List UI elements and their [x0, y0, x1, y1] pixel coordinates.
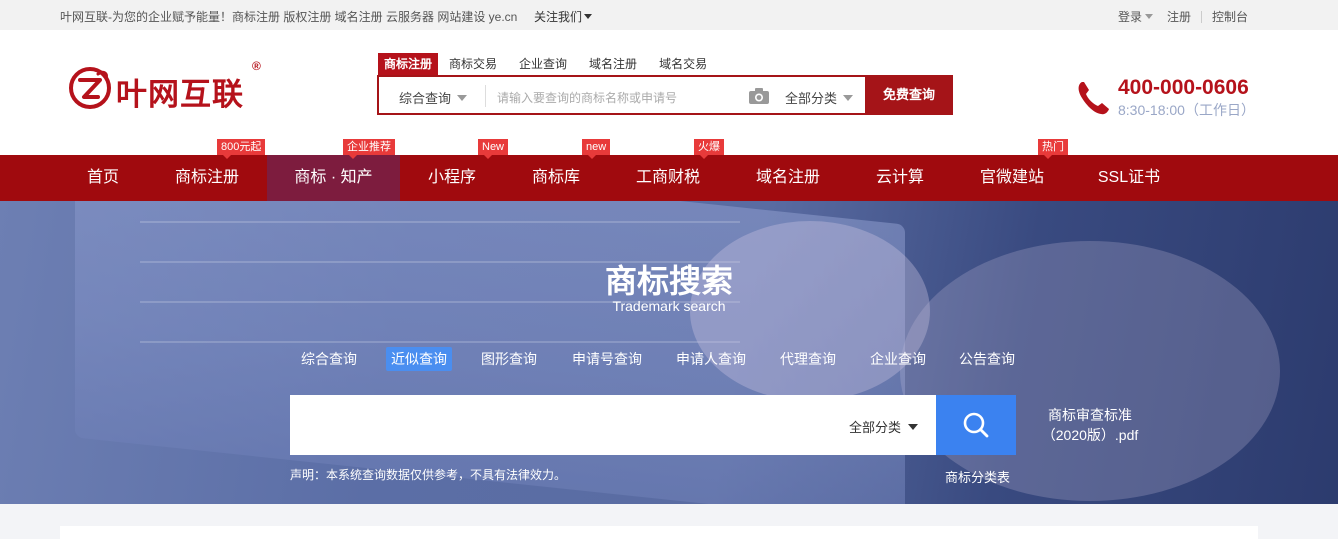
nav-item-label: 域名注册: [755, 169, 820, 186]
nav-item-website-build[interactable]: 官微建站 热门: [970, 139, 1068, 201]
trademark-class-table-link[interactable]: 商标分类表: [945, 467, 1010, 486]
top-bar: 叶网互联-为您的企业赋予能量！商标注册 版权注册 域名注册 云服务器 网站建设 …: [0, 0, 1338, 30]
nav-item-trademark-register[interactable]: 商标注册 800元起: [163, 139, 266, 201]
decor-line: [140, 221, 740, 223]
trademark-search-hero: 商标搜索 Trademark search 综合查询 近似查询 图形查询 申请号…: [0, 201, 1338, 504]
nav-item-label: 工商财税: [635, 169, 700, 186]
tab-company-query[interactable]: 企业查询: [508, 53, 578, 75]
nav-item-cloud[interactable]: 云计算: [866, 155, 934, 201]
service-hours: 8:30-18:00（工作日）: [1118, 102, 1255, 118]
nav-item-ssl[interactable]: SSL证书: [1090, 155, 1168, 201]
follow-us-label: 关注我们: [534, 10, 583, 24]
header: 叶网互联 ® 商标注册 商标交易 企业查询 域名注册 域名交易 综合查询 请输入…: [0, 30, 1338, 155]
site-logo[interactable]: 叶网互联 ®: [66, 59, 266, 113]
search-input[interactable]: 请输入要查询的商标名称或申请号: [497, 89, 677, 106]
registered-mark: ®: [252, 59, 261, 73]
nav-item-mini-program[interactable]: 小程序 New: [416, 139, 509, 201]
search-scope-select[interactable]: 综合查询: [399, 88, 468, 107]
hero-title: 商标搜索: [604, 263, 733, 299]
hero-tab-comprehensive[interactable]: 综合查询: [296, 347, 362, 371]
hero-tab-company[interactable]: 企业查询: [865, 347, 931, 371]
header-search-box: 综合查询 请输入要查询的商标名称或申请号 全部分类 免费查询: [377, 75, 953, 115]
hero-subtitle: Trademark search: [612, 298, 726, 314]
nav-item-label: 商标注册: [174, 169, 239, 186]
chevron-down-icon: [843, 95, 854, 101]
account-links: 登录 注册 控制台: [1118, 8, 1248, 25]
nav-badge: 热门: [1038, 139, 1068, 159]
chevron-down-icon: [1144, 14, 1153, 19]
nav-item-trademark-ip[interactable]: 商标 · 知产 企业推荐: [267, 139, 400, 201]
nav-item-label: SSL证书: [1097, 169, 1161, 186]
tab-domain-register[interactable]: 域名注册: [578, 53, 648, 75]
nav-item-label: 首页: [86, 169, 119, 186]
free-search-button[interactable]: 免费查询: [865, 75, 953, 115]
hero-category-select[interactable]: 全部分类: [849, 417, 918, 436]
tab-trademark-register[interactable]: 商标注册: [378, 53, 439, 75]
nav-badge: 火爆: [694, 139, 724, 159]
tab-domain-trade[interactable]: 域名交易: [648, 53, 718, 75]
nav-item-label: 商标库: [531, 169, 580, 186]
phone-icon: [1078, 82, 1109, 115]
hero-search-button[interactable]: [936, 395, 1016, 455]
phone-number: 400-000-0606: [1118, 76, 1249, 99]
tab-trademark-trade[interactable]: 商标交易: [438, 53, 508, 75]
review-standard-pdf-link[interactable]: 商标审查标准 （2020版）.pdf: [1040, 405, 1140, 445]
decor-line: [140, 341, 740, 343]
nav-badge: new: [582, 139, 611, 159]
caret-down-icon: [908, 424, 918, 430]
category-label: 全部分类: [785, 91, 838, 106]
chevron-down-icon: [584, 14, 593, 19]
hero-tab-graphic[interactable]: 图形查询: [476, 347, 542, 371]
camera-icon[interactable]: [748, 87, 770, 105]
pdf-link-line1: 商标审查标准: [1048, 407, 1132, 423]
search-scope-label: 综合查询: [399, 91, 452, 106]
divider: [485, 85, 486, 107]
divider: [1200, 10, 1202, 23]
follow-us-dropdown[interactable]: 关注我们: [534, 8, 593, 25]
hero-tab-announcement[interactable]: 公告查询: [954, 347, 1020, 371]
nav-item-domain-register[interactable]: 域名注册: [746, 155, 830, 201]
nav-item-home[interactable]: 首页: [70, 155, 136, 201]
nav-badge: New: [478, 139, 509, 159]
nav-item-label: 官微建站: [979, 169, 1044, 186]
nav-item-label: 云计算: [875, 169, 924, 186]
nav-item-label: 小程序: [427, 169, 476, 186]
register-link[interactable]: 注册: [1167, 8, 1191, 25]
login-link[interactable]: 登录: [1118, 8, 1142, 25]
nav-item-trademark-library[interactable]: 商标库 new: [520, 139, 611, 201]
hero-tab-agent[interactable]: 代理查询: [775, 347, 841, 371]
main-nav: 首页 商标注册 800元起 商标 · 知产 企业推荐 小程序 New 商标库 new 工…: [0, 139, 1338, 201]
nav-item-business-tax[interactable]: 工商财税 火爆: [626, 139, 724, 201]
hero-tab-similar[interactable]: 近似查询: [386, 347, 452, 371]
hero-category-label: 全部分类: [848, 420, 901, 435]
hero-tab-application-no[interactable]: 申请号查询: [567, 347, 647, 371]
content-panel: [60, 526, 1258, 539]
search-tabs: 商标注册 商标交易 企业查询 域名注册 域名交易: [378, 53, 718, 75]
logo-text: 叶网互联: [116, 77, 244, 113]
hero-tab-applicant[interactable]: 申请人查询: [671, 347, 751, 371]
nav-badge: 800元起: [217, 139, 266, 159]
logo-mark-icon: [69, 67, 111, 109]
hero-search-input[interactable]: 全部分类: [290, 395, 936, 455]
disclaimer-notice: 声明：本系统查询数据仅供参考，不具有法律效力。: [290, 468, 567, 482]
search-icon: [963, 412, 989, 438]
category-select[interactable]: 全部分类: [785, 88, 854, 107]
site-tagline: 叶网互联-为您的企业赋予能量！商标注册 版权注册 域名注册 云服务器 网站建设 …: [60, 10, 518, 24]
console-link[interactable]: 控制台: [1212, 8, 1248, 25]
nav-badge: 企业推荐: [343, 139, 395, 159]
nav-item-label: 商标 · 知产: [294, 169, 373, 186]
pdf-link-line2: （2020版）.pdf: [1041, 427, 1139, 443]
chevron-down-icon: [457, 95, 468, 101]
